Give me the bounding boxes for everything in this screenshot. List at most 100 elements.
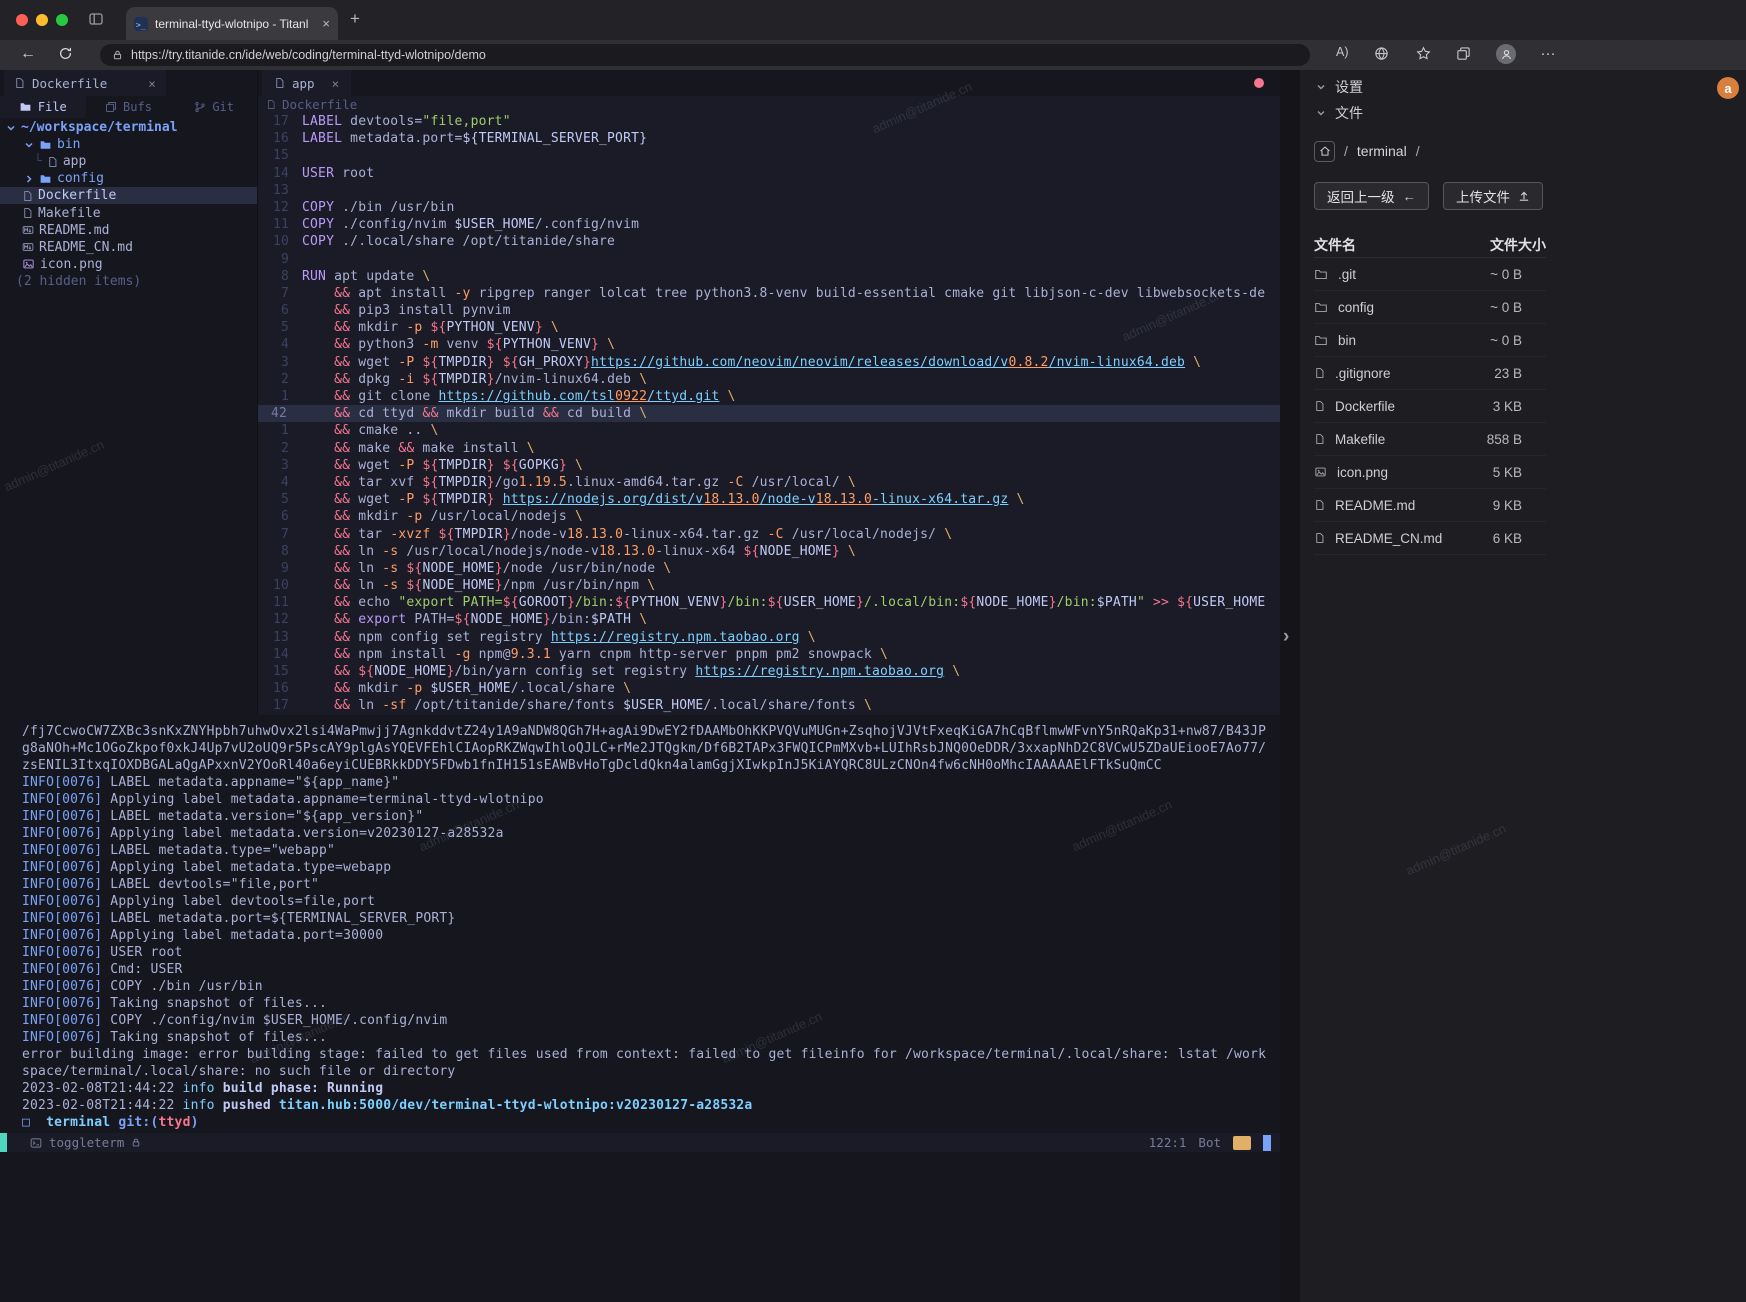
line-number: 12 (258, 199, 302, 216)
panel-collapse-chevron-icon[interactable]: › (1283, 626, 1289, 648)
breadcrumb-folder[interactable]: terminal (1357, 143, 1407, 159)
address-bar[interactable]: https://try.titanide.cn/ide/web/coding/t… (100, 44, 1310, 66)
section-files[interactable]: 文件 (1300, 100, 1746, 126)
file-size: 9 KB (1493, 498, 1546, 513)
favorites-star-icon[interactable] (1416, 46, 1431, 61)
sidebar-tab-label: Git (212, 100, 234, 114)
zoom-window-button[interactable] (56, 14, 68, 26)
tree-item-dockerfile[interactable]: Dockerfile (0, 187, 257, 204)
new-tab-button[interactable]: + (350, 9, 360, 29)
upload-file-button[interactable]: 上传文件 (1443, 182, 1543, 210)
code-line: 15 (258, 147, 1280, 164)
code-text: && wget -P ${TMPDIR} ${GH_PROXY}https://… (302, 354, 1280, 371)
code-line: 3 && wget -P ${TMPDIR} ${GH_PROXY}https:… (258, 354, 1280, 371)
tree-item-bin[interactable]: bin (0, 136, 257, 153)
browser-menu-icon[interactable]: … (1540, 42, 1556, 60)
code-line: 11COPY ./config/nvim $USER_HOME/.config/… (258, 216, 1280, 233)
home-icon[interactable] (1314, 141, 1335, 162)
tree-item-icon-png[interactable]: icon.png (0, 256, 257, 273)
tree-item-2-hidden-items[interactable]: (2 hidden items) (0, 273, 257, 290)
file-icon (266, 99, 276, 110)
code-text: && mkdir -p /usr/local/nodejs \ (302, 508, 1280, 525)
minimize-window-button[interactable] (36, 14, 48, 26)
terminal-line: INFO[0076] Applying label metadata.appna… (22, 791, 1280, 808)
file-size: 858 B (1487, 432, 1546, 447)
section-files-label: 文件 (1335, 103, 1363, 123)
code-text: && npm install -g npm@9.3.1 yarn cnpm ht… (302, 646, 1280, 663)
code-area[interactable]: 17LABEL devtools="file,port"16LABEL meta… (258, 113, 1280, 715)
chevron-down-icon (1316, 108, 1326, 118)
file-name: Dockerfile (1335, 399, 1395, 414)
code-line: 1 && git clone https://github.com/tsl092… (258, 388, 1280, 405)
file-row-readme-cn-md[interactable]: README_CN.md6 KB (1314, 522, 1546, 555)
chevron-down-icon (24, 140, 34, 150)
section-settings[interactable]: 设置 (1300, 74, 1746, 100)
terminal-output[interactable]: /fj7CcwoCW7ZXBc3snKxZNYHpbh7uhwOvx2lsi4W… (0, 715, 1280, 1302)
tree-item-readme-cn-md[interactable]: README_CN.md (0, 239, 257, 256)
file-icon (274, 77, 285, 89)
terminal-line: space/terminal/.local/share: no such fil… (22, 1063, 1280, 1080)
editor-tab-app[interactable]: app × (262, 70, 351, 96)
code-text: && npm config set registry https://regis… (302, 629, 1280, 646)
file-row-git[interactable]: .git~ 0 B (1314, 258, 1546, 291)
tree-item-app[interactable]: └ app (0, 153, 257, 170)
tree-item-workspace-terminal[interactable]: ~/workspace/terminal (0, 119, 257, 136)
read-aloud-icon[interactable]: A) (1336, 45, 1349, 59)
line-number: 15 (258, 663, 302, 680)
file-row-icon-png[interactable]: icon.png5 KB (1314, 456, 1546, 489)
chevron-right-icon (24, 174, 34, 184)
go-up-button[interactable]: 返回上一级 ← (1314, 182, 1429, 210)
buffer-tab-close-icon[interactable]: × (148, 76, 156, 91)
translate-icon[interactable] (1374, 46, 1389, 61)
line-number: 4 (258, 336, 302, 353)
terminal-line: error building image: error building sta… (22, 1046, 1280, 1063)
tab-close-icon[interactable]: × (322, 16, 330, 31)
editor-tab-close-icon[interactable]: × (332, 76, 340, 91)
terminal-line: 2023-02-08T21:44:22 info pushed titan.hu… (22, 1097, 1280, 1114)
sidebar-tab-git[interactable]: Git (171, 96, 257, 118)
terminal-line: INFO[0076] USER root (22, 944, 1280, 961)
code-text: && ln -sf /opt/titanide/share/fonts $USE… (302, 697, 1280, 714)
section-settings-label: 设置 (1335, 77, 1363, 97)
tab-overview-icon[interactable] (88, 11, 104, 27)
code-text: && cmake .. \ (302, 422, 1280, 439)
file-row-makefile[interactable]: Makefile858 B (1314, 423, 1546, 456)
refresh-button[interactable] (58, 46, 73, 61)
tree-item-label: README.md (39, 223, 109, 238)
file-row-bin[interactable]: bin~ 0 B (1314, 324, 1546, 357)
line-number: 17 (258, 113, 302, 130)
terminal-line: /fj7CcwoCW7ZXBc3snKxZNYHpbh7uhwOvx2lsi4W… (22, 723, 1280, 740)
code-line: 2 && make && make install \ (258, 440, 1280, 457)
sidebar-tab-bufs[interactable]: Bufs (86, 96, 172, 118)
file-size: ~ 0 B (1490, 300, 1546, 315)
code-text: && apt install -y ripgrep ranger lolcat … (302, 285, 1280, 302)
file-row-gitignore[interactable]: .gitignore23 B (1314, 357, 1546, 390)
go-up-label: 返回上一级 (1327, 186, 1395, 206)
terminal-line: zsENIL3ItxqIOXDBGALaQgAPxxnV2YOoRl40a6ey… (22, 757, 1280, 774)
line-number: 3 (258, 354, 302, 371)
sidebar-tab-file[interactable]: File (0, 96, 86, 118)
line-number: 5 (258, 319, 302, 336)
code-text (302, 147, 1280, 164)
tree-item-config[interactable]: config (0, 170, 257, 187)
browser-profile-avatar[interactable] (1496, 44, 1516, 64)
back-button[interactable]: ← (20, 45, 36, 63)
tree-item-readme-md[interactable]: README.md (0, 222, 257, 239)
collections-icon[interactable] (1456, 46, 1471, 61)
code-line: 4 && tar xvf ${TMPDIR}/go1.19.5.linux-am… (258, 474, 1280, 491)
record-dot-icon[interactable] (1254, 78, 1264, 88)
statusline: toggleterm 122:1 Bot (0, 1133, 1280, 1152)
close-window-button[interactable] (16, 14, 28, 26)
code-line: 9 && ln -s ${NODE_HOME}/node /usr/bin/no… (258, 560, 1280, 577)
user-avatar[interactable]: a (1717, 77, 1739, 99)
file-size: 6 KB (1493, 531, 1546, 546)
browser-tab[interactable]: >_ terminal-ttyd-wlotnipo - Titanl × (126, 7, 338, 40)
file-row-readme-md[interactable]: README.md9 KB (1314, 489, 1546, 522)
tree-item-makefile[interactable]: Makefile (0, 204, 257, 221)
code-editor: app × Dockerfile 17LABEL devtools="file,… (258, 70, 1280, 715)
file-row-dockerfile[interactable]: Dockerfile3 KB (1314, 390, 1546, 423)
code-text: && tar -xvzf ${TMPDIR}/node-v18.13.0-lin… (302, 526, 1280, 543)
panel-actions: 返回上一级 ← 上传文件 (1300, 182, 1746, 210)
buffer-tab-dockerfile[interactable]: Dockerfile × (4, 70, 166, 96)
file-row-config[interactable]: config~ 0 B (1314, 291, 1546, 324)
